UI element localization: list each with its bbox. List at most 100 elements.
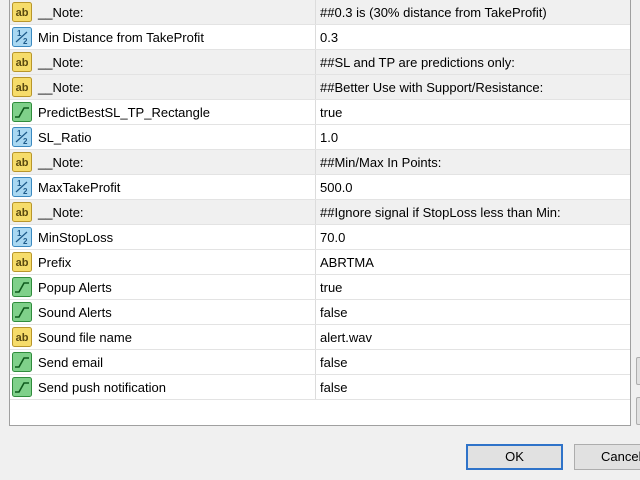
parameter-name: PredictBestSL_TP_Rectangle (38, 105, 210, 120)
parameter-name-cell: 1 2 MinStopLoss (10, 225, 316, 249)
table-row[interactable]: ab __Note: ##SL and TP are predictions onl… (10, 50, 630, 75)
table-row[interactable]: ab __Note: ##Ignore signal if StopLoss les… (10, 200, 630, 225)
parameter-name: Send email (38, 355, 104, 370)
table-row[interactable]: ab __Note: ##Better Use with Support/Resis… (10, 75, 630, 100)
parameter-name: SL_Ratio (38, 130, 92, 145)
parameter-name-cell: ab Prefix (10, 250, 316, 274)
cancel-button[interactable]: Cancel (574, 444, 640, 470)
parameter-value-cell[interactable]: ##SL and TP are predictions only: (316, 50, 630, 74)
parameter-value-cell[interactable]: ##Min/Max In Points: (316, 150, 630, 174)
svg-text:2: 2 (23, 187, 28, 196)
parameter-name: Send push notification (38, 380, 166, 395)
parameter-value-cell[interactable]: 70.0 (316, 225, 630, 249)
string-icon: ab (12, 2, 32, 22)
parameter-value[interactable]: 500.0 (320, 180, 353, 195)
string-icon: ab (12, 327, 32, 347)
svg-text:ab: ab (16, 82, 29, 94)
table-row[interactable]: ab __Note: ##0.3 is (30% distance from Tak… (10, 0, 630, 25)
parameter-name-cell: ab Sound file name (10, 325, 316, 349)
parameter-value[interactable]: ##Ignore signal if StopLoss less than Mi… (320, 205, 561, 220)
parameters-table: ab __Note: ##0.3 is (30% distance from Tak… (9, 0, 631, 426)
parameter-value[interactable]: ##SL and TP are predictions only: (320, 55, 515, 70)
parameter-value-cell[interactable]: ##Better Use with Support/Resistance: (316, 75, 630, 99)
parameter-value[interactable]: 0.3 (320, 30, 338, 45)
parameter-value[interactable]: false (320, 305, 347, 320)
parameter-name: Min Distance from TakeProfit (38, 30, 204, 45)
double-icon: 12 (12, 177, 32, 197)
svg-text:2: 2 (23, 37, 28, 46)
bool-icon (12, 377, 32, 397)
bool-icon (12, 352, 32, 372)
table-row[interactable]: Popup Alerts true (10, 275, 630, 300)
parameter-value[interactable]: ##Better Use with Support/Resistance: (320, 80, 543, 95)
parameter-value[interactable]: false (320, 380, 347, 395)
parameter-name: __Note: (38, 5, 84, 20)
parameter-value[interactable]: alert.wav (320, 330, 372, 345)
table-row[interactable]: ab __Note: ##Min/Max In Points: (10, 150, 630, 175)
parameter-name: __Note: (38, 205, 84, 220)
parameter-value-cell[interactable]: ##Ignore signal if StopLoss less than Mi… (316, 200, 630, 224)
svg-text:ab: ab (16, 332, 29, 344)
parameter-name: MinStopLoss (38, 230, 114, 245)
parameter-value[interactable]: ##Min/Max In Points: (320, 155, 441, 170)
parameter-value-cell[interactable]: true (316, 100, 630, 124)
parameter-name: Popup Alerts (38, 280, 112, 295)
parameter-value[interactable]: 1.0 (320, 130, 338, 145)
parameter-name: __Note: (38, 155, 84, 170)
table-row[interactable]: PredictBestSL_TP_Rectangle true (10, 100, 630, 125)
table-row[interactable]: Send email false (10, 350, 630, 375)
parameter-value-cell[interactable]: true (316, 275, 630, 299)
parameter-value-cell[interactable]: ABRTMA (316, 250, 630, 274)
parameter-value[interactable]: true (320, 105, 342, 120)
parameter-name-cell: ab __Note: (10, 200, 316, 224)
parameter-value-cell[interactable]: 1.0 (316, 125, 630, 149)
svg-text:ab: ab (16, 57, 29, 69)
parameter-value-cell[interactable]: false (316, 300, 630, 324)
bool-icon (12, 277, 32, 297)
double-icon: 12 (12, 27, 32, 47)
bool-icon (12, 102, 32, 122)
svg-text:2: 2 (23, 237, 28, 246)
parameter-value[interactable]: false (320, 355, 347, 370)
parameter-name-cell: PredictBestSL_TP_Rectangle (10, 100, 316, 124)
parameter-name: Prefix (38, 255, 72, 270)
string-icon: ab (12, 152, 32, 172)
table-row[interactable]: 1 2 Min Distance from TakeProfit 0.3 (10, 25, 630, 50)
ok-button[interactable]: OK (466, 444, 563, 470)
string-icon: ab (12, 252, 32, 272)
side-button[interactable] (636, 357, 640, 385)
parameter-name-cell: ab __Note: (10, 150, 316, 174)
table-row[interactable]: 1 2 MaxTakeProfit 500.0 (10, 175, 630, 200)
parameter-name-cell: ab __Note: (10, 75, 316, 99)
parameter-value-cell[interactable]: 500.0 (316, 175, 630, 199)
parameter-value-cell[interactable]: false (316, 350, 630, 374)
parameter-value[interactable]: true (320, 280, 342, 295)
parameter-name-cell: Send push notification (10, 375, 316, 399)
parameter-name-cell: ab __Note: (10, 0, 316, 24)
bool-icon (12, 302, 32, 322)
svg-text:ab: ab (16, 157, 29, 169)
parameter-name-cell: Popup Alerts (10, 275, 316, 299)
parameter-value-cell[interactable]: false (316, 375, 630, 399)
parameter-name-cell: 1 2 Min Distance from TakeProfit (10, 25, 316, 49)
parameter-value-cell[interactable]: ##0.3 is (30% distance from TakeProfit) (316, 0, 630, 24)
side-button[interactable] (636, 397, 640, 425)
string-icon: ab (12, 52, 32, 72)
parameter-value[interactable]: ABRTMA (320, 255, 374, 270)
parameter-value[interactable]: ##0.3 is (30% distance from TakeProfit) (320, 5, 547, 20)
table-row[interactable]: Send push notification false (10, 375, 630, 400)
parameter-value-cell[interactable]: 0.3 (316, 25, 630, 49)
table-row[interactable]: ab Prefix ABRTMA (10, 250, 630, 275)
table-row[interactable]: ab Sound file name alert.wav (10, 325, 630, 350)
double-icon: 12 (12, 227, 32, 247)
table-row[interactable]: 1 2 MinStopLoss 70.0 (10, 225, 630, 250)
svg-text:ab: ab (16, 257, 29, 269)
table-row[interactable]: 1 2 SL_Ratio 1.0 (10, 125, 630, 150)
parameter-value-cell[interactable]: alert.wav (316, 325, 630, 349)
parameter-name: MaxTakeProfit (38, 180, 121, 195)
table-row[interactable]: Sound Alerts false (10, 300, 630, 325)
parameter-value[interactable]: 70.0 (320, 230, 345, 245)
parameter-name-cell: Send email (10, 350, 316, 374)
string-icon: ab (12, 202, 32, 222)
parameter-name: Sound Alerts (38, 305, 112, 320)
